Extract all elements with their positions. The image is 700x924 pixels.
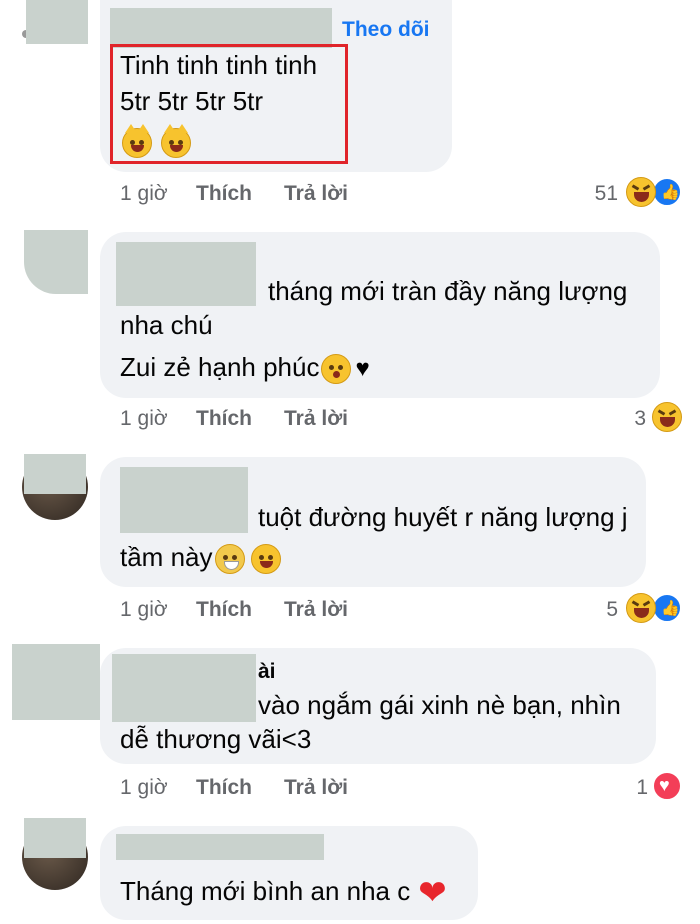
love-icon[interactable]: ♥ — [652, 771, 682, 801]
haha-icon[interactable] — [652, 402, 682, 432]
comment-text-line: Zui zẻ hạnh phúc — [120, 352, 320, 382]
reaction-count[interactable]: 1 — [608, 776, 648, 800]
reply-button[interactable]: Trả lời — [284, 407, 348, 431]
avatar-redacted — [24, 454, 86, 494]
avatar-redacted — [24, 818, 86, 858]
like-button[interactable]: Thích — [196, 598, 252, 622]
author-name-redacted[interactable] — [110, 8, 332, 48]
avatar[interactable] — [24, 230, 88, 294]
comment-time[interactable]: 1 giờ — [120, 598, 168, 622]
comment-text-line: vào ngắm gái xinh nè bạn, nhìn — [258, 690, 621, 720]
kissing-heart-icon — [321, 354, 352, 385]
avatar[interactable] — [12, 644, 100, 720]
grinning-squinting-icon — [250, 544, 281, 575]
like-icon[interactable]: 👍 — [652, 177, 682, 207]
avatar[interactable] — [26, 0, 88, 44]
like-icon[interactable]: 👍 — [652, 593, 682, 623]
reaction-count[interactable]: 3 — [606, 407, 646, 431]
comment-text-line: tuột đường huyết r năng lượng j — [258, 502, 628, 532]
author-name-fragment: ài — [258, 660, 276, 683]
comment-text-line: dễ thương vãi<3 — [120, 724, 312, 754]
red-heart-icon: ❤ — [418, 874, 447, 913]
like-button[interactable]: Thích — [196, 776, 252, 800]
comment-time[interactable]: 1 giờ — [120, 776, 168, 800]
reply-button[interactable]: Trả lời — [284, 182, 348, 206]
emoji-row: Tháng mới bình an nha c ❤ — [120, 874, 447, 910]
author-name-redacted[interactable] — [112, 654, 256, 722]
comment-time[interactable]: 1 giờ — [120, 407, 168, 431]
author-name-redacted[interactable] — [120, 467, 248, 533]
reply-button[interactable]: Trả lời — [284, 598, 348, 622]
grinning-cat-icon — [122, 124, 152, 159]
sneezing-face-icon — [214, 544, 245, 575]
emoji-row: Zui zẻ hạnh phúc ♥ — [120, 350, 370, 386]
reaction-count[interactable]: 51 — [578, 182, 618, 206]
like-button[interactable]: Thích — [196, 407, 252, 431]
grinning-cat-icon — [161, 124, 192, 159]
emoji-row: tầm này — [120, 540, 281, 575]
comment-text-line: nha chú — [120, 310, 213, 340]
follow-link[interactable]: Theo dõi — [342, 18, 430, 42]
haha-icon[interactable] — [626, 593, 656, 623]
comment-text-line: Tháng mới bình an nha c — [120, 876, 411, 906]
author-name-redacted[interactable] — [116, 834, 324, 860]
comment-text-line: tháng mới tràn đầy năng lượng — [268, 276, 628, 306]
black-heart-icon: ♥ — [355, 355, 370, 383]
comment-time[interactable]: 1 giờ — [120, 182, 168, 206]
emoji-row — [120, 124, 192, 159]
reaction-count[interactable]: 5 — [578, 598, 618, 622]
reply-button[interactable]: Trả lời — [284, 776, 348, 800]
author-name-redacted[interactable] — [116, 242, 256, 306]
comment-text-line: Tinh tinh tinh tinh — [120, 50, 318, 80]
haha-icon[interactable] — [626, 177, 656, 207]
comment-text-line: 5tr 5tr 5tr 5tr — [120, 86, 264, 116]
comment-text-line: tầm này — [120, 542, 213, 572]
like-button[interactable]: Thích — [196, 182, 252, 206]
